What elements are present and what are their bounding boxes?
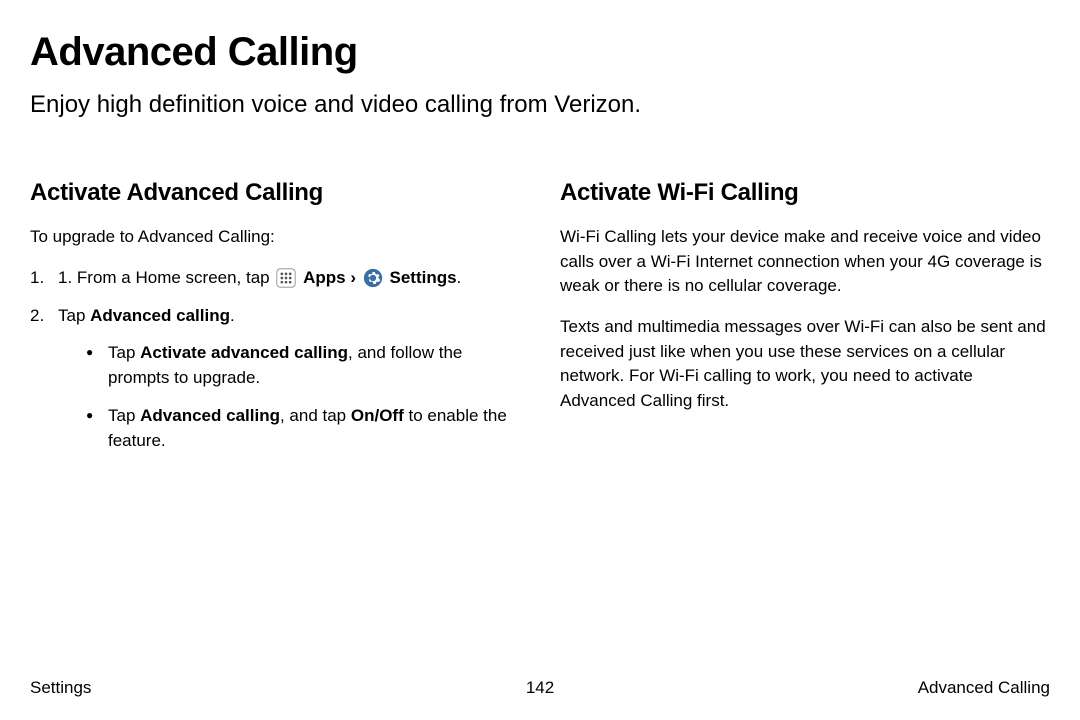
apps-label: Apps bbox=[303, 268, 346, 287]
settings-label: Settings bbox=[389, 268, 456, 287]
b1a: Tap bbox=[108, 343, 140, 362]
step-2: Tap Advanced calling. Tap Activate advan… bbox=[30, 304, 520, 453]
step2-suffix: . bbox=[230, 306, 235, 325]
page-footer: Settings 142 Advanced Calling bbox=[30, 678, 1050, 698]
page-title: Advanced Calling bbox=[30, 30, 1050, 75]
left-heading: Activate Advanced Calling bbox=[30, 179, 520, 207]
step1-text-prefix: 1. From a Home screen, tap bbox=[58, 268, 274, 287]
step2-bold: Advanced calling bbox=[90, 306, 230, 325]
b2d: On/Off bbox=[351, 406, 404, 425]
right-column: Activate Wi-Fi Calling Wi-Fi Calling let… bbox=[560, 179, 1050, 467]
page: Advanced Calling Enjoy high definition v… bbox=[0, 0, 1080, 720]
step1-suffix: . bbox=[457, 268, 462, 287]
b2b: Advanced calling bbox=[140, 406, 280, 425]
breadcrumb-arrow: › bbox=[350, 268, 356, 287]
content-columns: Activate Advanced Calling To upgrade to … bbox=[30, 179, 1050, 467]
page-subtitle: Enjoy high definition voice and video ca… bbox=[30, 91, 1050, 119]
bullet-2: Tap Advanced calling, and tap On/Off to … bbox=[86, 404, 520, 453]
b2c: , and tap bbox=[280, 406, 351, 425]
apps-icon bbox=[276, 268, 296, 288]
footer-right: Advanced Calling bbox=[918, 678, 1050, 698]
right-p1: Wi-Fi Calling lets your device make and … bbox=[560, 225, 1050, 299]
step-1: 1. From a Home screen, tap Apps › Settin… bbox=[30, 266, 520, 291]
bullet-1: Tap Activate advanced calling, and follo… bbox=[86, 341, 520, 390]
left-intro: To upgrade to Advanced Calling: bbox=[30, 225, 520, 250]
footer-page-number: 142 bbox=[526, 678, 554, 698]
step2-prefix: Tap bbox=[58, 306, 90, 325]
left-column: Activate Advanced Calling To upgrade to … bbox=[30, 179, 520, 467]
sub-bullets: Tap Activate advanced calling, and follo… bbox=[58, 341, 520, 454]
b2a: Tap bbox=[108, 406, 140, 425]
b1b: Activate advanced calling bbox=[140, 343, 348, 362]
right-heading: Activate Wi-Fi Calling bbox=[560, 179, 1050, 207]
footer-left: Settings bbox=[30, 678, 91, 698]
right-p2: Texts and multimedia messages over Wi-Fi… bbox=[560, 315, 1050, 414]
steps-list: 1. From a Home screen, tap Apps › Settin… bbox=[30, 266, 520, 454]
settings-gear-icon bbox=[363, 268, 383, 288]
